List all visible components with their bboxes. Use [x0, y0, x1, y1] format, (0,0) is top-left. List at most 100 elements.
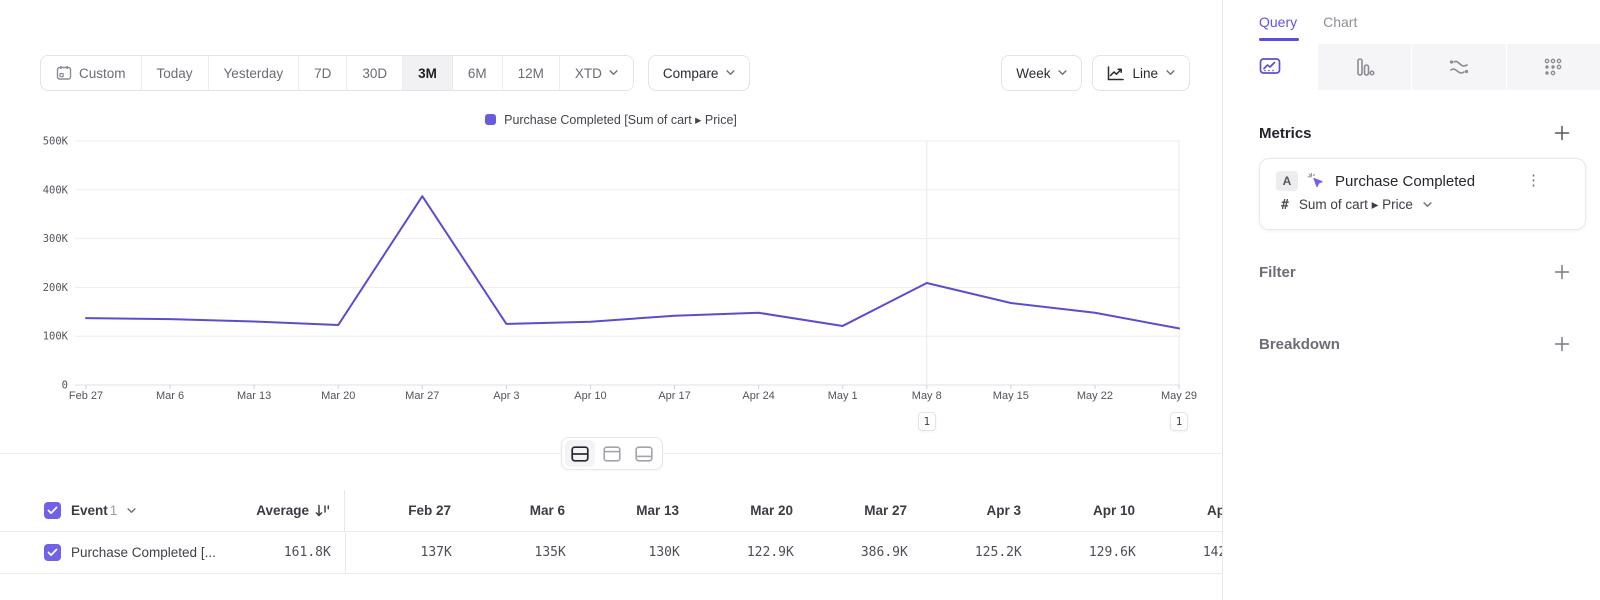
column-header[interactable]: Apr 10	[1029, 503, 1143, 518]
svg-text:300K: 300K	[43, 233, 69, 245]
granularity-dropdown[interactable]: Week	[1001, 55, 1082, 91]
average-column-header[interactable]: Average	[215, 490, 345, 531]
chevron-down-icon	[726, 70, 735, 76]
metric-card[interactable]: A Purchase Completed ⋮ # Sum of cart ▸ P…	[1259, 158, 1586, 230]
date-range-xtd[interactable]: XTD	[560, 56, 633, 90]
date-range-30d[interactable]: 30D	[347, 56, 403, 90]
table-header-row: Event1 Average Feb 27 Mar 6 Mar 13 Mar 2…	[0, 490, 1222, 532]
metric-series-badge: A	[1276, 171, 1298, 191]
layout-toggle-group	[561, 437, 663, 470]
date-range-group: Custom Today Yesterday 7D 30D 3M 6M 12M …	[40, 55, 634, 91]
chart-type-dropdown[interactable]: Line	[1092, 55, 1190, 91]
sort-descending-icon	[315, 504, 330, 518]
line-chart[interactable]: 0100K200K300K400K500KFeb 27Mar 6Mar 13Ma…	[0, 132, 1222, 444]
split-view-icon	[571, 446, 589, 462]
line-chart-canvas: 0100K200K300K400K500KFeb 27Mar 6Mar 13Ma…	[0, 132, 1222, 422]
cell-value: 137K	[346, 545, 460, 560]
chevron-down-icon	[609, 70, 618, 76]
tab-query[interactable]: Query	[1259, 0, 1297, 44]
svg-text:Apr 17: Apr 17	[658, 390, 690, 402]
svg-text:May 8: May 8	[912, 390, 942, 402]
flows-icon	[1448, 57, 1470, 77]
svg-text:0: 0	[62, 380, 68, 392]
chart-legend: Purchase Completed [Sum of cart ▸ Price]	[0, 112, 1222, 127]
select-all-checkbox[interactable]	[44, 502, 61, 519]
chevron-down-icon	[1058, 70, 1067, 76]
row-average-value: 161.8K	[284, 545, 331, 560]
compare-button[interactable]: Compare	[648, 55, 751, 91]
svg-text:Mar 27: Mar 27	[405, 390, 439, 402]
date-range-7d[interactable]: 7D	[299, 56, 347, 90]
date-range-3m[interactable]: 3M	[403, 56, 453, 90]
funnel-bars-icon	[1353, 57, 1375, 77]
report-main-panel: Custom Today Yesterday 7D 30D 3M 6M 12M …	[0, 0, 1222, 600]
chart-type-flows-button[interactable]	[1411, 44, 1506, 90]
cell-value: 386.9K	[802, 545, 916, 560]
column-header[interactable]: Apr 17	[1143, 503, 1222, 518]
column-header[interactable]: Mar 27	[801, 503, 915, 518]
annotation-badge[interactable]: 1	[918, 412, 936, 431]
column-header[interactable]: Apr 3	[915, 503, 1029, 518]
column-header[interactable]: Mar 13	[573, 503, 687, 518]
chart-type-funnels-button[interactable]	[1317, 44, 1412, 90]
event-sparkle-cursor-icon	[1307, 172, 1326, 191]
svg-text:Mar 20: Mar 20	[321, 390, 355, 402]
metrics-section-header: Metrics	[1259, 118, 1570, 148]
svg-text:May 22: May 22	[1077, 390, 1113, 402]
svg-text:500K: 500K	[43, 136, 69, 148]
metric-options-button[interactable]: ⋮	[1526, 174, 1541, 188]
svg-text:May 29: May 29	[1161, 390, 1197, 402]
cell-value: 122.9K	[688, 545, 802, 560]
chevron-down-icon	[1423, 202, 1432, 208]
svg-text:Feb 27: Feb 27	[69, 390, 103, 402]
svg-text:200K: 200K	[43, 282, 69, 294]
annotation-badge[interactable]: 1	[1170, 412, 1188, 431]
layout-split-view-button[interactable]	[565, 440, 595, 467]
results-table: Event1 Average Feb 27 Mar 6 Mar 13 Mar 2…	[0, 490, 1222, 574]
metric-aggregation-dropdown[interactable]: # Sum of cart ▸ Price	[1276, 197, 1569, 213]
date-range-6m[interactable]: 6M	[453, 56, 503, 90]
svg-text:Mar 6: Mar 6	[156, 390, 184, 402]
number-icon: #	[1281, 198, 1289, 213]
cell-value: 135K	[460, 545, 574, 560]
column-header[interactable]: Mar 6	[459, 503, 573, 518]
check-icon	[47, 506, 58, 515]
calendar-icon	[56, 65, 72, 81]
chart-only-icon	[603, 446, 621, 462]
add-filter-button[interactable]	[1554, 264, 1570, 280]
chart-type-insights-button[interactable]	[1223, 44, 1317, 90]
date-range-today[interactable]: Today	[142, 56, 209, 90]
layout-chart-only-button[interactable]	[597, 440, 627, 467]
add-metric-button[interactable]	[1554, 125, 1570, 141]
date-range-12m[interactable]: 12M	[503, 56, 560, 90]
date-range-label: Custom	[79, 66, 126, 81]
event-column-header: Event1	[71, 503, 117, 518]
legend-swatch	[485, 114, 496, 125]
check-icon	[47, 548, 58, 557]
date-range-custom[interactable]: Custom	[41, 56, 142, 90]
filter-label: Filter	[1259, 264, 1296, 281]
legend-label: Purchase Completed [Sum of cart ▸ Price]	[504, 112, 737, 127]
event-count: 1	[110, 503, 118, 518]
insights-line-icon	[1259, 57, 1281, 77]
add-breakdown-button[interactable]	[1554, 336, 1570, 352]
layout-table-only-button[interactable]	[629, 440, 659, 467]
svg-text:Mar 13: Mar 13	[237, 390, 271, 402]
svg-text:Apr 10: Apr 10	[574, 390, 606, 402]
cell-value: 130K	[574, 545, 688, 560]
svg-text:Apr 24: Apr 24	[742, 390, 774, 402]
tab-chart[interactable]: Chart	[1323, 0, 1357, 44]
column-header[interactable]: Mar 20	[687, 503, 801, 518]
query-builder-panel: Query Chart	[1222, 0, 1600, 600]
svg-text:Apr 3: Apr 3	[493, 390, 519, 402]
row-event-name: Purchase Completed [...	[71, 545, 216, 560]
row-checkbox[interactable]	[44, 544, 61, 561]
cell-value: 142.4K	[1144, 545, 1222, 560]
svg-text:400K: 400K	[43, 184, 69, 196]
toolbar: Custom Today Yesterday 7D 30D 3M 6M 12M …	[40, 55, 1190, 91]
chart-type-retention-button[interactable]	[1506, 44, 1600, 90]
table-row[interactable]: Purchase Completed [... 161.8K 137K 135K…	[0, 532, 1222, 574]
date-range-yesterday[interactable]: Yesterday	[209, 56, 300, 90]
chevron-down-icon[interactable]	[127, 508, 136, 514]
column-header[interactable]: Feb 27	[345, 503, 459, 518]
